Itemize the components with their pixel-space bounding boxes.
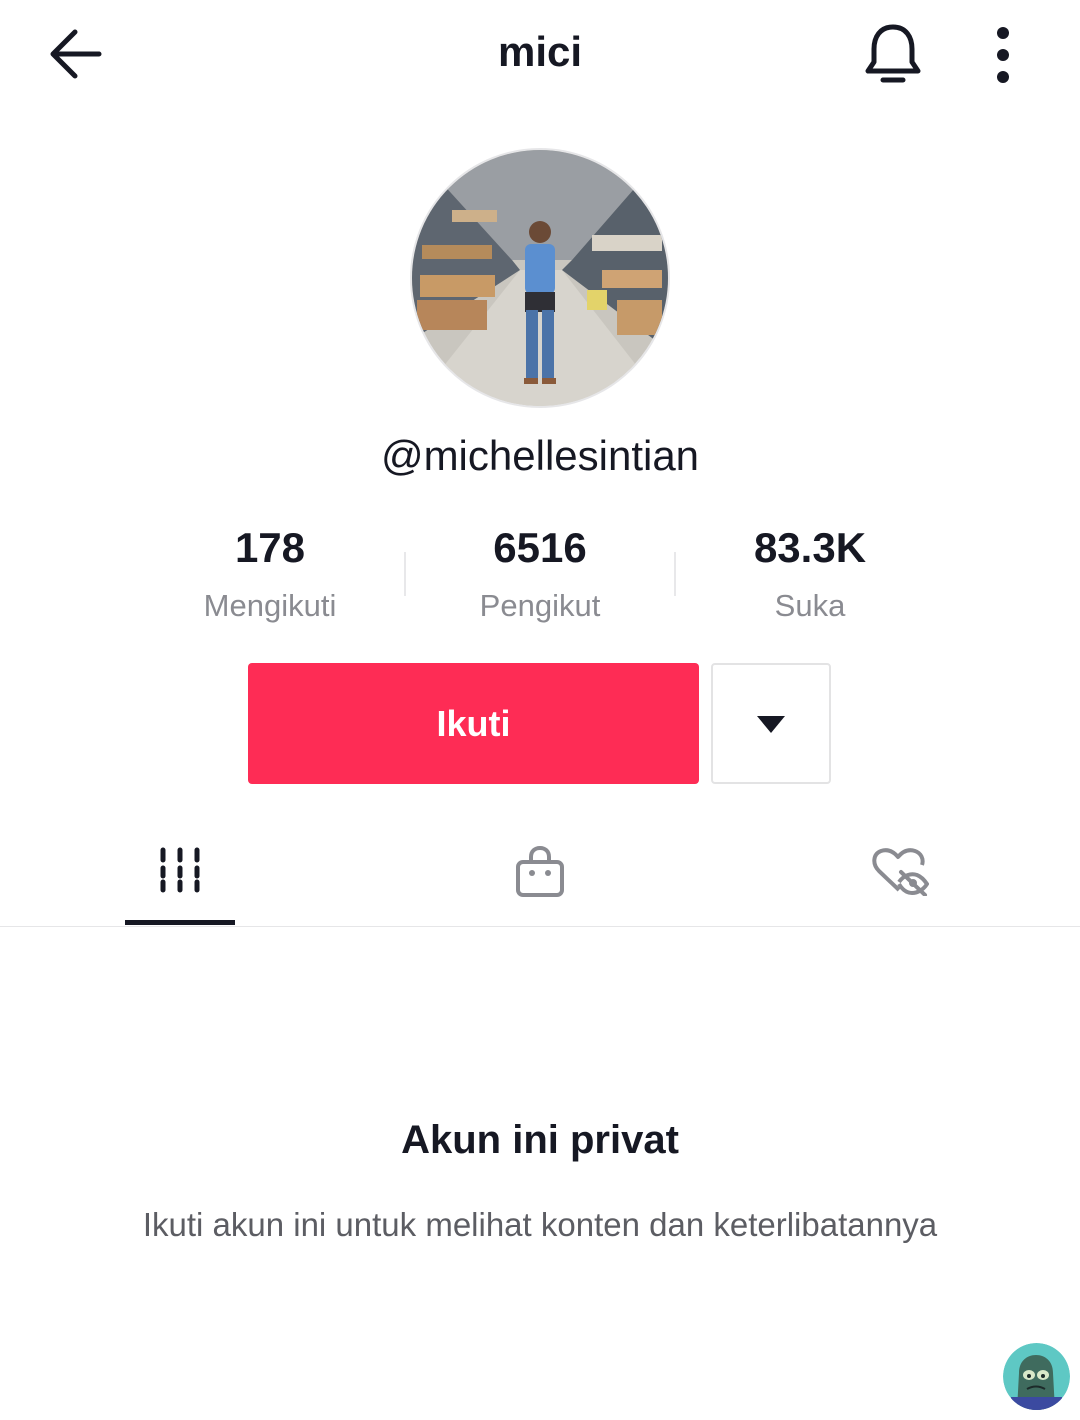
stat-label: Pengikut [479, 588, 601, 623]
videos-grid-icon [160, 847, 200, 893]
private-account-title: Akun ini privat [401, 1118, 679, 1162]
profile-stats: 178 Mengikuti 6516 Pengikut 83.3K Suka [135, 522, 945, 632]
stat-value: 178 [234, 524, 306, 571]
stat-divider [404, 552, 406, 596]
tab-shop[interactable] [485, 830, 595, 926]
stat-followers[interactable]: 6516 Pengikut [405, 522, 675, 632]
profile-screen: mici @michellesintian 178 Mengikuti 6516… [0, 0, 1080, 1420]
avatar[interactable] [410, 148, 670, 408]
stat-label: Mengikuti [203, 588, 337, 623]
mascot-avatar-icon[interactable] [1003, 1343, 1070, 1410]
tab-videos[interactable] [125, 830, 235, 926]
stat-value: 83.3K [753, 524, 867, 571]
active-tab-indicator [125, 920, 235, 925]
follow-button[interactable]: Ikuti [248, 663, 699, 784]
tab-liked[interactable] [845, 830, 955, 926]
top-bar: mici [0, 0, 1080, 110]
liked-hidden-icon [872, 848, 929, 896]
username: @michellesintian [380, 432, 700, 479]
suggested-accounts-button[interactable] [711, 663, 831, 784]
stat-divider [674, 552, 676, 596]
caret-down-icon [757, 715, 785, 733]
notification-button[interactable] [858, 18, 928, 92]
private-account-description: Ikuti akun ini untuk melihat konten dan … [142, 1206, 938, 1243]
stat-value: 6516 [493, 524, 587, 571]
shopping-bag-icon [516, 846, 564, 897]
content-tabs [0, 830, 1080, 927]
stat-likes[interactable]: 83.3K Suka [675, 522, 945, 632]
more-vertical-icon [997, 27, 1009, 83]
bell-icon [865, 24, 921, 83]
stat-following[interactable]: 178 Mengikuti [135, 522, 405, 632]
stat-label: Suka [774, 588, 846, 623]
more-options-button[interactable] [980, 20, 1026, 90]
